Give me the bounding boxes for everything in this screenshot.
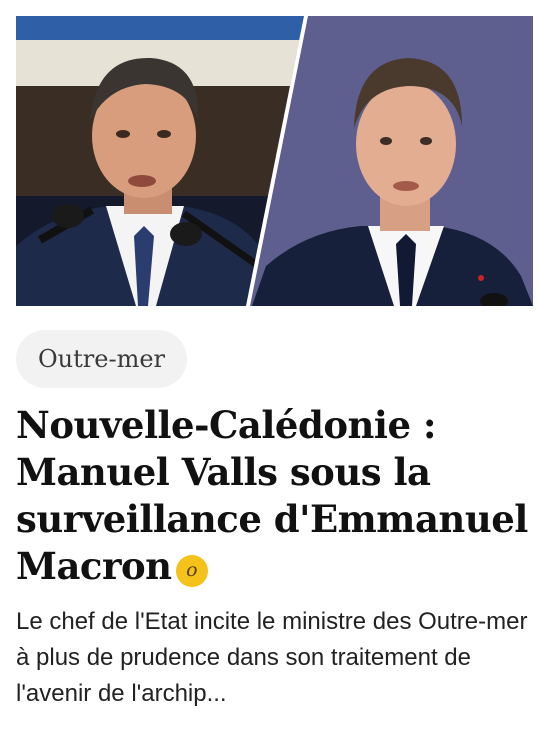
category-tag[interactable]: Outre-mer: [16, 330, 187, 388]
article-card[interactable]: Outre-mer Nouvelle-Calédonie : Manuel Va…: [0, 0, 550, 730]
article-photo[interactable]: [16, 16, 533, 306]
premium-badge-icon: o: [175, 554, 208, 587]
article-headline[interactable]: Nouvelle-Calédonie : Manuel Valls sous l…: [16, 402, 536, 590]
photo-composite: [16, 16, 533, 306]
article-summary: Le chef de l'Etat incite le ministre des…: [16, 608, 528, 707]
headline-text[interactable]: Nouvelle-Calédonie : Manuel Valls sous l…: [16, 403, 528, 588]
left-photo-stage-blue: [16, 16, 306, 40]
